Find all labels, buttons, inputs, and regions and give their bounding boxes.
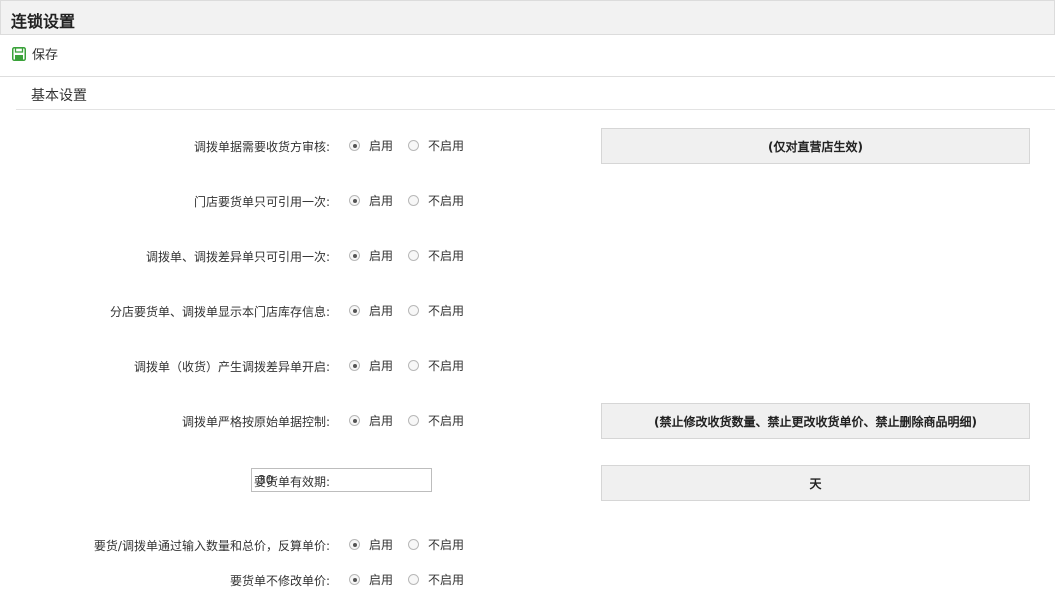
radio-disable-label: 不启用 [428,414,465,428]
setting-label: 调拨单严格按原始单据控制: [181,415,330,429]
section-header: 基本设置 [16,77,1055,110]
setting-row-reverse-price: 要货/调拨单通过输入数量和总价，反算单价: 启用 不启用 [0,533,1055,555]
setting-row-keep-price: 要货单不修改单价: 启用 不启用 [0,568,1055,590]
radio-enable-label: 启用 [369,414,394,428]
radio-disable[interactable]: 不启用 [408,571,464,588]
radio-disable-label: 不启用 [428,538,465,552]
radio-selected-icon [349,574,360,585]
radio-disable[interactable]: 不启用 [408,412,464,429]
setting-row-diff-order: 调拨单（收货）产生调拨差异单开启: 启用 不启用 [0,354,1055,376]
radio-unselected-icon [408,195,420,206]
radio-group: 启用 不启用 [349,302,464,319]
radio-unselected-icon [408,140,420,151]
setting-label: 分店要货单、调拨单显示本门店库存信息: [109,305,330,319]
page-header: 连锁设置 [0,0,1055,35]
radio-disable-label: 不启用 [428,194,465,208]
radio-group: 启用 不启用 [349,247,464,264]
radio-disable-label: 不启用 [428,359,465,373]
radio-disable[interactable]: 不启用 [408,357,464,374]
radio-group: 启用 不启用 [349,571,464,588]
radio-enable[interactable]: 启用 [349,536,393,553]
radio-unselected-icon [408,305,420,316]
radio-group: 启用 不启用 [349,536,464,553]
radio-enable-label: 启用 [369,538,394,552]
save-button[interactable]: 保存 [12,44,58,63]
radio-enable[interactable]: 启用 [349,571,393,588]
radio-selected-icon [349,195,360,206]
radio-enable-label: 启用 [369,194,394,208]
radio-enable[interactable]: 启用 [349,412,393,429]
setting-row-transfer-once: 调拨单、调拨差异单只可引用一次: 启用 不启用 [0,244,1055,266]
radio-group: 启用 不启用 [349,192,464,209]
radio-disable-label: 不启用 [428,139,465,153]
save-icon [12,46,26,61]
radio-selected-icon [349,539,360,550]
setting-label: 要货/调拨单通过输入数量和总价，反算单价: [93,539,330,553]
save-button-label: 保存 [32,48,59,63]
setting-row-show-stock: 分店要货单、调拨单显示本门店库存信息: 启用 不启用 [0,299,1055,321]
setting-row-store-request-once: 门店要货单只可引用一次: 启用 不启用 [0,189,1055,211]
radio-disable-label: 不启用 [428,249,465,263]
radio-enable-label: 启用 [369,304,394,318]
radio-disable-label: 不启用 [428,304,465,318]
radio-unselected-icon [408,415,420,426]
validity-days-input[interactable]: 30 [251,468,432,492]
toolbar: 保存 [0,34,1055,77]
setting-label: 要货单不修改单价: [229,574,330,588]
radio-selected-icon [349,305,360,316]
radio-enable-label: 启用 [369,249,394,263]
radio-disable[interactable]: 不启用 [408,302,464,319]
setting-label: 调拨单（收货）产生调拨差异单开启: [133,360,330,374]
radio-group: 启用 不启用 [349,137,464,154]
radio-enable[interactable]: 启用 [349,137,393,154]
radio-group: 启用 不启用 [349,412,464,429]
note-days-unit: 天 [601,465,1030,501]
setting-label: 调拨单、调拨差异单只可引用一次: [145,250,330,264]
radio-disable[interactable]: 不启用 [408,137,464,154]
radio-enable-label: 启用 [369,359,394,373]
radio-enable[interactable]: 启用 [349,247,393,264]
radio-unselected-icon [408,360,420,371]
section-title: 基本设置 [31,88,87,104]
radio-selected-icon [349,140,360,151]
radio-selected-icon [349,250,360,261]
radio-disable[interactable]: 不启用 [408,536,464,553]
radio-enable-label: 启用 [369,139,394,153]
setting-label: 调拨单据需要收货方审核: [193,140,330,154]
radio-selected-icon [349,360,360,371]
radio-enable[interactable]: 启用 [349,192,393,209]
radio-unselected-icon [408,250,420,261]
radio-unselected-icon [408,539,420,550]
radio-unselected-icon [408,574,420,585]
note-strict-control: (禁止修改收货数量、禁止更改收货单价、禁止删除商品明细) [601,403,1030,439]
radio-enable-label: 启用 [369,573,394,587]
radio-enable[interactable]: 启用 [349,302,393,319]
radio-disable[interactable]: 不启用 [408,192,464,209]
page-title: 连锁设置 [11,12,76,31]
radio-group: 启用 不启用 [349,357,464,374]
radio-disable-label: 不启用 [428,573,465,587]
radio-enable[interactable]: 启用 [349,357,393,374]
radio-disable[interactable]: 不启用 [408,247,464,264]
setting-label: 门店要货单只可引用一次: [193,195,330,209]
radio-selected-icon [349,415,360,426]
note-direct-store: (仅对直营店生效) [601,128,1030,164]
